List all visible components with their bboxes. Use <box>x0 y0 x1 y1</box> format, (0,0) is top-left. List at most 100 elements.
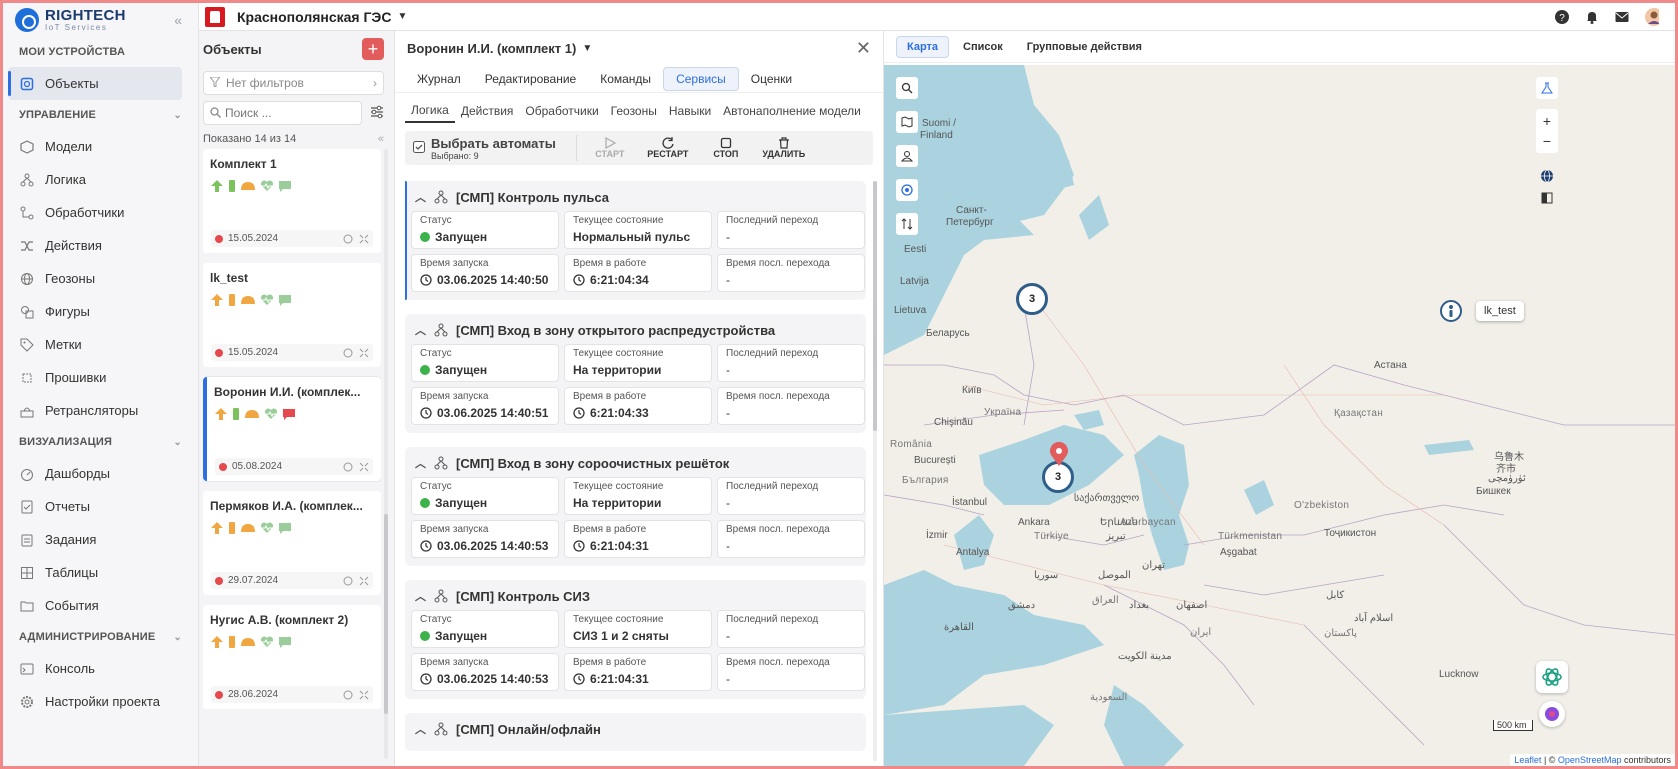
object-card[interactable]: Нугис А.В. (комплект 2) 28.06.2024 <box>203 605 381 709</box>
automaton-card[interactable]: ︿ [СМП] Вход в зону сороочистных решёток… <box>405 447 866 566</box>
bell-icon[interactable] <box>1585 10 1599 24</box>
tab-1[interactable]: Редактирование <box>473 68 588 90</box>
zoom-out-button[interactable]: − <box>1543 131 1551 151</box>
person-marker-icon[interactable] <box>1440 300 1462 322</box>
chevron-down-icon[interactable]: ▼ <box>398 11 408 22</box>
subtab-4[interactable]: Навыки <box>663 100 717 122</box>
map-globe-button[interactable] <box>1536 165 1558 187</box>
chevron-down-icon[interactable]: ▼ <box>582 43 592 54</box>
map-layers-button[interactable] <box>896 111 918 133</box>
zoom-in-button[interactable]: + <box>1543 111 1551 131</box>
assistant-fab[interactable] <box>1536 661 1568 693</box>
object-card[interactable]: Воронин И.И. (комплек... 05.08.2024 <box>203 377 381 481</box>
section-visualization[interactable]: ВИЗУАЛИЗАЦИЯ ⌄ <box>3 427 198 457</box>
object-title[interactable]: Воронин И.И. (комплект 1) <box>407 41 576 56</box>
delete-button[interactable]: УДАЛИТЬ <box>759 137 809 159</box>
section-administration[interactable]: АДМИНИСТРИРОВАНИЕ ⌄ <box>3 622 198 652</box>
collapse-arrows-icon[interactable] <box>359 348 369 358</box>
chevron-up-icon[interactable]: ︿ <box>415 721 426 737</box>
circle-icon[interactable] <box>343 690 353 700</box>
objects-scrollbar[interactable] <box>384 149 388 759</box>
section-management[interactable]: УПРАВЛЕНИЕ ⌄ <box>3 100 198 130</box>
sidebar-item-geozones[interactable]: Геозоны <box>3 262 198 295</box>
map-locate-button[interactable] <box>896 179 918 201</box>
circle-icon[interactable] <box>343 348 353 358</box>
collapse-list-icon[interactable]: « <box>378 133 384 145</box>
sidebar-item-firmware[interactable]: Прошивки <box>3 361 198 394</box>
select-automata[interactable]: Выбрать автоматы Выбрано: 9 <box>413 136 556 161</box>
sidebar-item-models[interactable]: Модели <box>3 130 198 163</box>
map-split-button[interactable] <box>1536 187 1558 209</box>
sidebar-item-project-settings[interactable]: Настройки проекта <box>3 685 198 718</box>
subtab-5[interactable]: Автонаполнение модели <box>717 100 867 122</box>
detail-scrollbar[interactable] <box>873 181 877 761</box>
sidebar-item-tags[interactable]: Метки <box>3 328 198 361</box>
chevron-up-icon[interactable]: ︿ <box>415 189 426 205</box>
collapse-arrows-icon[interactable] <box>359 576 369 586</box>
map-user-button[interactable] <box>896 145 918 167</box>
sidebar-item-tasks[interactable]: Задания <box>3 523 198 556</box>
sidebar-item-tables[interactable]: Таблицы <box>3 556 198 589</box>
sidebar-item-relays[interactable]: Ретрансляторы <box>3 394 198 427</box>
subtab-2[interactable]: Обработчики <box>519 100 604 122</box>
sidebar-item-actions[interactable]: Действия <box>3 229 198 262</box>
collapse-arrows-icon[interactable] <box>359 234 369 244</box>
map-search-button[interactable] <box>896 77 918 99</box>
osm-link[interactable]: OpenStreetMap <box>1558 755 1622 765</box>
tab-3[interactable]: Сервисы <box>663 66 739 91</box>
stop-button[interactable]: СТОП <box>701 137 751 159</box>
logo[interactable]: RIGHTECH IoT Services « <box>3 3 198 37</box>
sidebar-item-reports[interactable]: Отчеты <box>3 490 198 523</box>
collapse-arrows-icon[interactable] <box>359 462 369 472</box>
map-tab-0[interactable]: Карта <box>896 35 950 58</box>
map-swap-button[interactable] <box>896 213 918 235</box>
ai-chat-fab[interactable] <box>1539 701 1565 727</box>
sidebar-item-objects[interactable]: Объекты <box>8 67 182 100</box>
tab-0[interactable]: Журнал <box>405 68 473 90</box>
map-tab-1[interactable]: Список <box>953 37 1013 57</box>
circle-icon[interactable] <box>343 576 353 586</box>
subtab-1[interactable]: Действия <box>455 100 520 122</box>
collapse-arrows-icon[interactable] <box>359 690 369 700</box>
object-card[interactable]: Пермяков И.А. (комплек... 29.07.2024 <box>203 491 381 595</box>
search-field[interactable] <box>203 101 362 125</box>
chevron-up-icon[interactable]: ︿ <box>415 322 426 338</box>
object-card[interactable]: lk_test 15.05.2024 <box>203 263 381 367</box>
tab-4[interactable]: Оценки <box>739 68 804 90</box>
collapse-sidebar-icon[interactable]: « <box>174 12 182 28</box>
sidebar-item-logic[interactable]: Логика <box>3 163 198 196</box>
sidebar-item-events[interactable]: События <box>3 589 198 622</box>
automaton-card[interactable]: ︿ [СМП] Вход в зону открытого распредуст… <box>405 314 866 433</box>
help-icon[interactable]: ? <box>1555 9 1569 24</box>
map-cluster-1[interactable]: 3 <box>1016 283 1048 315</box>
automaton-card[interactable]: ︿ [СМП] Контроль пульса Статус Запущен Те… <box>405 181 866 300</box>
mail-icon[interactable] <box>1615 10 1629 24</box>
sidebar-item-console[interactable]: Консоль <box>3 652 198 685</box>
automaton-card[interactable]: ︿ [СМП] Контроль СИЗ Статус Запущен Текущ… <box>405 580 866 699</box>
subtab-0[interactable]: Логика <box>405 99 455 123</box>
avatar[interactable] <box>1645 7 1659 26</box>
restart-button[interactable]: РЕСТАРТ <box>643 137 693 159</box>
sidebar-item-handlers[interactable]: Обработчики <box>3 196 198 229</box>
map-tab-2[interactable]: Групповые действия <box>1017 37 1152 57</box>
project-selector[interactable]: Краснополянская ГЭС <box>237 9 392 25</box>
map-measure-button[interactable] <box>1536 77 1558 99</box>
chevron-up-icon[interactable]: ︿ <box>415 588 426 604</box>
leaflet-link[interactable]: Leaflet <box>1514 755 1541 765</box>
circle-icon[interactable] <box>343 462 353 472</box>
add-object-button[interactable]: + <box>362 38 384 60</box>
tab-2[interactable]: Команды <box>588 68 663 90</box>
sidebar-item-shapes[interactable]: Фигуры <box>3 295 198 328</box>
object-card[interactable]: Комплект 1 15.05.2024 <box>203 149 381 253</box>
search-input[interactable] <box>225 106 345 120</box>
start-button[interactable]: СТАРТ <box>585 137 635 159</box>
map-canvas[interactable]: Suomi / Finland Санкт- Петербург Eesti L… <box>884 65 1675 766</box>
chevron-up-icon[interactable]: ︿ <box>415 455 426 471</box>
sidebar-item-dashboards[interactable]: Дашборды <box>3 457 198 490</box>
circle-icon[interactable] <box>343 234 353 244</box>
settings-sliders-icon[interactable] <box>370 105 384 122</box>
map-pin-marker[interactable] <box>1048 441 1070 467</box>
checkbox-icon[interactable] <box>413 140 425 156</box>
close-icon[interactable]: ✕ <box>856 38 871 59</box>
subtab-3[interactable]: Геозоны <box>605 100 663 122</box>
